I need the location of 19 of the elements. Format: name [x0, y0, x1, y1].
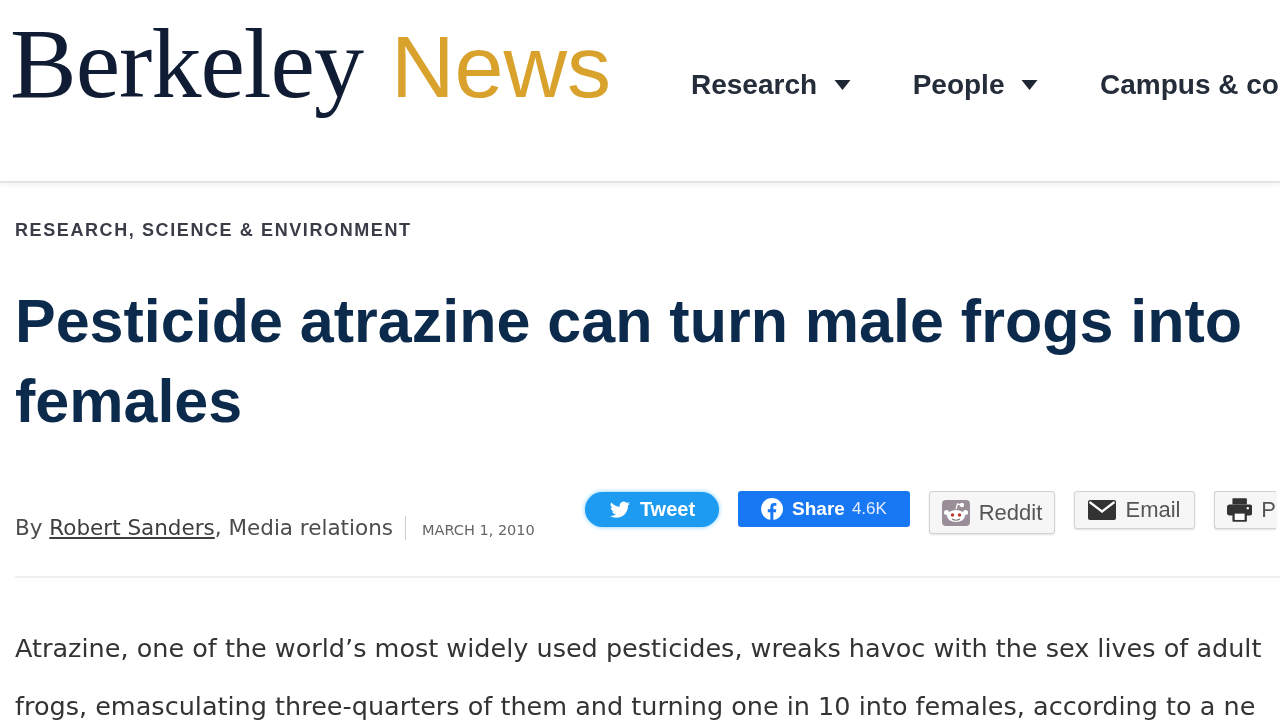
- author-link[interactable]: Robert Sanders: [49, 515, 215, 540]
- nav-link[interactable]: People: [912, 68, 1039, 102]
- byline-text: By Robert Sanders, Media relations: [15, 515, 393, 541]
- printer-icon: [1227, 497, 1253, 523]
- article-date: MARCH 1, 2010: [422, 520, 535, 539]
- article-paragraph: Atrazine, one of the world’s most widely used pesticides, wreaks havoc with the sex lives of adult frogs, emasculating three-quarters of them and turning one in 10 into females, according to a ne: [15, 632, 1263, 720]
- f-circle-icon: [761, 498, 784, 520]
- print-button[interactable]: P: [1214, 491, 1276, 529]
- envelope-icon: [1088, 500, 1117, 520]
- category-label: RESEARCH, SCIENCE & ENVIRONMENT: [15, 219, 413, 241]
- alien-icon: [941, 499, 970, 526]
- share-button[interactable]: Share 4.6K: [738, 491, 910, 527]
- bird-icon: [608, 500, 631, 519]
- nav-link[interactable]: Research: [691, 68, 852, 102]
- nav-link[interactable]: Campus & co: [1100, 68, 1279, 102]
- article-title: Pesticide atrazine can turn male frogs into females: [15, 286, 1244, 437]
- site-logo[interactable]: Berkeley News: [10, 14, 611, 142]
- reddit-button[interactable]: Reddit: [929, 491, 1055, 534]
- email-button[interactable]: Email: [1074, 491, 1195, 529]
